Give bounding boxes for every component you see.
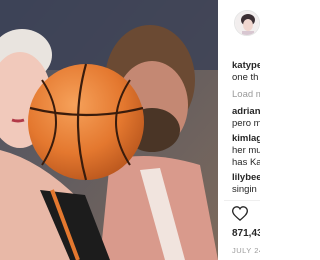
avatar-image xyxy=(235,11,259,35)
likes-count[interactable]: 871,43 xyxy=(232,228,260,239)
post-sidebar: katype one th Load m adrian pero m kimla… xyxy=(224,0,260,260)
comment-username[interactable]: adrian xyxy=(232,106,260,117)
comment-text: her mu xyxy=(232,145,260,156)
post-photo xyxy=(0,0,218,260)
comment-text: has Ka xyxy=(232,157,260,168)
post-caption: one th xyxy=(232,72,259,83)
comment-text: pero m xyxy=(232,118,260,129)
instagram-post: katype one th Load m adrian pero m kimla… xyxy=(0,0,260,260)
profile-avatar[interactable] xyxy=(234,10,260,36)
post-author-username[interactable]: katype xyxy=(232,60,260,71)
comment-username[interactable]: lilybee xyxy=(232,172,260,183)
heart-outline-icon[interactable] xyxy=(231,206,249,222)
comment-text: singin xyxy=(232,184,257,195)
load-more-comments-link[interactable]: Load m xyxy=(232,89,260,100)
comment-username[interactable]: kimlag xyxy=(232,133,260,144)
post-image xyxy=(0,0,218,260)
post-date: JULY 24 xyxy=(232,246,260,255)
divider xyxy=(224,200,260,201)
